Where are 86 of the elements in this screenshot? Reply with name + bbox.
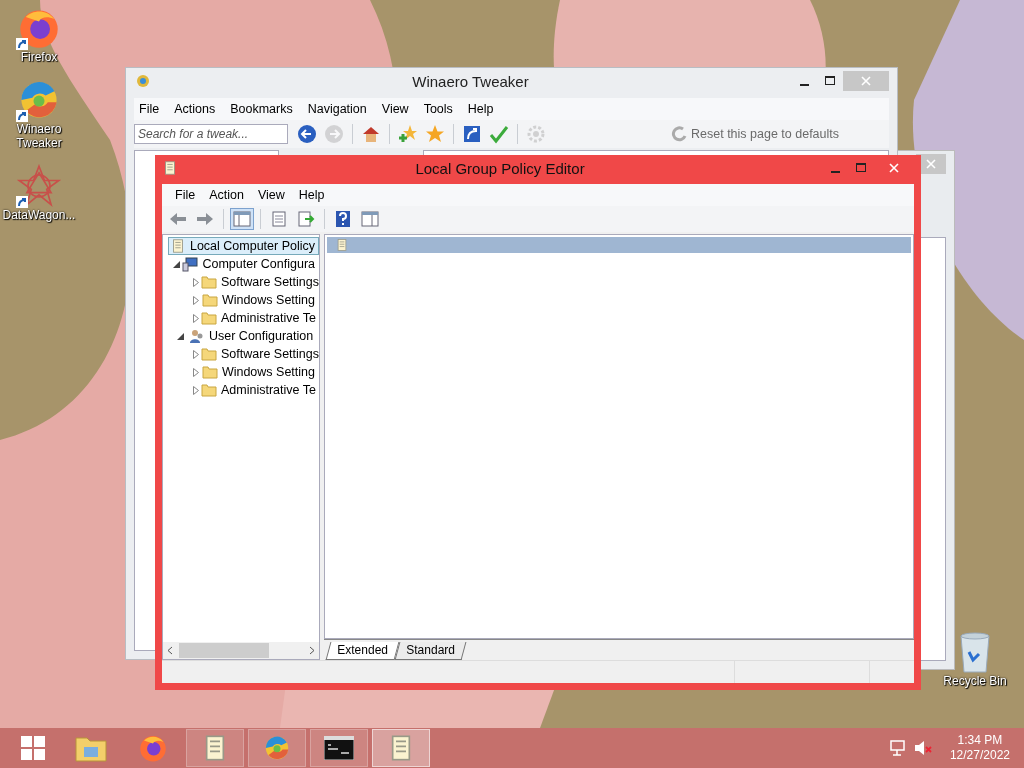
collapsed-triangle-icon[interactable] <box>193 295 200 305</box>
horizontal-scrollbar[interactable] <box>163 642 319 659</box>
shortcut-icon <box>463 125 481 143</box>
menu-item[interactable]: Tools <box>418 102 463 116</box>
folder-icon <box>201 383 217 397</box>
taskbar-button[interactable] <box>310 729 368 767</box>
collapsed-triangle-icon[interactable] <box>193 277 199 287</box>
folder-icon <box>201 365 218 379</box>
shortcut-arrow-icon <box>16 196 28 208</box>
expanded-triangle-icon[interactable] <box>176 332 184 340</box>
undo-icon <box>671 126 687 142</box>
window-title: Local Group Policy Editor <box>414 159 586 177</box>
folder-icon <box>201 311 217 325</box>
tree-item[interactable]: Computer Configura <box>180 255 319 273</box>
help-icon <box>335 210 351 228</box>
menu-item[interactable]: File <box>134 102 170 116</box>
menu-item[interactable]: Navigation <box>302 102 377 116</box>
expanded-triangle-icon[interactable] <box>173 260 181 268</box>
tab[interactable]: Standard <box>394 642 466 660</box>
tree-item[interactable]: User Configuration <box>187 327 318 345</box>
back-arrow-icon <box>169 212 187 226</box>
tab[interactable]: Extended <box>325 642 400 660</box>
firefox-icon <box>138 733 168 763</box>
tree-item[interactable]: Administrative Te <box>199 310 319 326</box>
menu-item[interactable]: Bookmarks <box>225 102 303 116</box>
windows-logo-icon <box>20 735 46 761</box>
swirl-icon <box>263 734 291 762</box>
scrollbar-thumb[interactable] <box>179 643 269 658</box>
search-field[interactable]: Search for a tweak... <box>134 124 288 144</box>
collapsed-triangle-icon[interactable] <box>193 367 200 377</box>
menu-item[interactable]: Help <box>291 188 332 202</box>
folder-icon <box>201 293 218 307</box>
house-icon <box>361 124 381 144</box>
collapsed-triangle-icon[interactable] <box>193 385 199 395</box>
scroll-icon <box>335 238 349 252</box>
menu-item[interactable]: File <box>168 188 203 202</box>
close-icon <box>889 163 899 173</box>
window-title: Winaero Tweaker <box>411 72 530 90</box>
star-plus-icon <box>398 124 418 144</box>
view-pane-icon <box>361 211 379 227</box>
scroll-right-icon <box>309 646 315 655</box>
maximize-icon <box>856 163 866 173</box>
export-list-icon <box>297 211 315 227</box>
star-pattern-icon <box>17 164 61 208</box>
menu-item[interactable]: View <box>376 102 419 116</box>
checkmark-icon <box>489 124 509 144</box>
tree-item[interactable]: Administrative Te <box>199 382 319 398</box>
forward-arrow-icon <box>196 212 214 226</box>
tree-item[interactable]: Windows Setting <box>199 364 319 380</box>
toolbar-button[interactable] <box>358 208 382 230</box>
scroll-left-icon <box>167 646 173 655</box>
gear-icon <box>526 124 546 144</box>
close-icon <box>926 159 936 169</box>
maximize-icon <box>825 76 835 86</box>
tree-item[interactable]: Local Computer Policy <box>167 237 319 255</box>
tree-item[interactable]: Windows Setting <box>199 292 319 308</box>
properties-icon <box>271 211 287 227</box>
reset-link[interactable]: Reset this page to defaults <box>671 126 839 142</box>
tree-item[interactable]: Software Settings <box>199 346 319 362</box>
menu-item[interactable]: Action <box>202 188 251 202</box>
minimize-icon <box>830 170 840 173</box>
star-icon <box>425 124 445 144</box>
menu-item[interactable]: Help <box>462 102 504 116</box>
scroll-icon <box>162 160 178 176</box>
computer-icon <box>182 256 199 272</box>
toolbar-button[interactable] <box>230 208 254 230</box>
shortcut-arrow-icon <box>16 110 28 122</box>
toolbar-button[interactable] <box>295 123 319 145</box>
folder-icon <box>201 275 217 289</box>
folder-icon <box>201 347 217 361</box>
collapsed-triangle-icon[interactable] <box>193 313 199 323</box>
app-icon <box>136 74 150 88</box>
recycle-bin-icon <box>957 630 993 674</box>
users-icon <box>189 328 205 344</box>
tree-item[interactable]: Software Settings <box>199 274 319 290</box>
pane-toggle-icon <box>233 211 251 227</box>
menu-item[interactable]: View <box>250 188 292 202</box>
speaker-muted-icon[interactable] <box>913 740 932 756</box>
collapsed-triangle-icon[interactable] <box>193 349 199 359</box>
minimize-icon <box>799 83 809 86</box>
console-icon <box>324 736 354 760</box>
shortcut-arrow-icon <box>16 38 28 50</box>
network-icon[interactable] <box>889 740 906 756</box>
close-icon <box>861 76 871 86</box>
menu-item[interactable]: Actions <box>169 102 226 116</box>
clock[interactable]: 1:34 PM 12/27/2022 <box>949 733 1010 763</box>
